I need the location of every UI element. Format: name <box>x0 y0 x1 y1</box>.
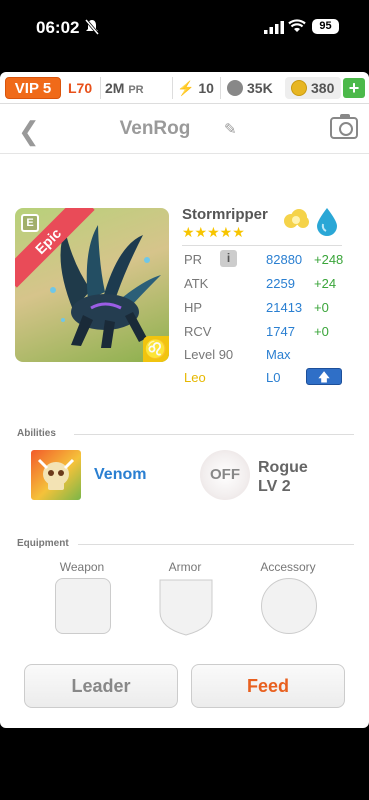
lightning-icon: ⚡ <box>177 80 195 96</box>
leader-button[interactable]: Leader <box>24 664 178 708</box>
energy-counter: ⚡ 10 <box>172 77 220 99</box>
stat-label-hp: HP <box>184 300 203 315</box>
rogue-ability-name: Rogue <box>258 459 308 476</box>
rogue-ability-off-icon[interactable]: OFF <box>200 450 250 500</box>
back-arrow-icon[interactable]: ❮ <box>18 116 40 147</box>
power-rating-value: 2M <box>105 80 125 96</box>
star-rating: ★★★★★ <box>182 224 245 240</box>
equipment-divider <box>78 544 354 545</box>
info-icon[interactable]: i <box>220 250 237 267</box>
element-icon: E <box>21 214 39 232</box>
app-screen: 06:02 95 VIP 5 L70 2M PR ⚡ 10 35K 380 + … <box>0 0 369 800</box>
zodiac-level: L0 <box>266 370 281 385</box>
status-bar: 06:02 95 <box>0 0 369 58</box>
power-rating-unit: PR <box>128 84 144 96</box>
accessory-slot[interactable] <box>261 578 317 634</box>
stat-value-pr: 82880 <box>266 252 303 267</box>
abilities-section-label: Abilities <box>17 428 56 439</box>
header-divider <box>0 153 369 154</box>
energy-value: 10 <box>198 80 214 96</box>
rogue-ability-level: LV 2 <box>258 478 291 495</box>
accessory-slot-label: Accessory <box>260 560 316 574</box>
armor-slot-label: Armor <box>168 560 202 574</box>
stat-bonus-pr: +248 <box>314 252 344 267</box>
monster-detail-panel: ❮ VenRog ✎ Epic E ♌ Stormripper ★★★★★ PR… <box>0 104 369 728</box>
stat-bonus-atk: +24 <box>314 276 337 291</box>
wifi-icon <box>288 19 306 32</box>
weapon-slot[interactable] <box>55 578 111 634</box>
upgrade-arrow-button[interactable]: 🡅 <box>306 368 342 385</box>
weapon-slot-label: Weapon <box>59 560 105 574</box>
player-level: L70 <box>68 80 93 96</box>
add-gold-button[interactable]: + <box>343 78 365 98</box>
stat-value-rcv: 1747 <box>266 324 295 339</box>
battery-indicator: 95 <box>312 19 339 34</box>
water-element-icon <box>317 208 337 236</box>
ability-name-venom[interactable]: Venom <box>94 466 146 484</box>
gold-coin-icon <box>291 80 307 96</box>
level-value: Max <box>266 347 291 362</box>
resource-bar: VIP 5 L70 2M PR ⚡ 10 35K 380 + <box>0 72 369 104</box>
paw-value: 35K <box>247 80 273 96</box>
stat-value-atk: 2259 <box>266 276 295 291</box>
level-label: Level 90 <box>184 347 234 362</box>
venom-ability-icon[interactable] <box>31 450 81 500</box>
clock: 06:02 <box>36 18 80 37</box>
vip-badge[interactable]: VIP 5 <box>5 77 61 99</box>
gold-counter: 380 <box>285 77 341 99</box>
monster-nickname: VenRog <box>119 118 191 139</box>
stat-bonus-hp: +0 <box>314 300 329 315</box>
paw-counter: 35K <box>220 77 284 99</box>
equipment-section-label: Equipment <box>17 538 69 549</box>
stats-divider <box>182 245 342 246</box>
abilities-divider <box>74 434 354 435</box>
stat-label-pr: PR <box>184 252 203 267</box>
zodiac-label: Leo <box>184 370 206 385</box>
feed-button[interactable]: Feed <box>191 664 345 708</box>
stat-label-atk: ATK <box>184 276 209 291</box>
zodiac-leo-icon: ♌ <box>143 336 169 362</box>
monster-species-name: Stormripper <box>182 206 268 223</box>
bell-muted-icon <box>85 19 99 35</box>
rogue-ability[interactable]: Rogue LV 2 <box>258 458 308 496</box>
stat-label-rcv: RCV <box>184 324 212 339</box>
power-rating: 2M PR <box>100 77 172 99</box>
cellular-signal-icon <box>264 21 284 34</box>
paw-icon <box>227 80 243 96</box>
cloud-ability-icon <box>284 209 309 228</box>
edit-pencil-icon[interactable]: ✎ <box>224 120 237 138</box>
stat-value-hp: 21413 <box>266 300 303 315</box>
stat-bonus-rcv: +0 <box>314 324 329 339</box>
bottom-safe-area <box>0 728 369 800</box>
camera-icon[interactable] <box>330 114 358 139</box>
monster-portrait[interactable]: Epic E ♌ <box>15 208 169 362</box>
armor-slot[interactable] <box>158 578 214 636</box>
gold-value: 380 <box>311 80 335 96</box>
skull-icon <box>37 458 75 490</box>
